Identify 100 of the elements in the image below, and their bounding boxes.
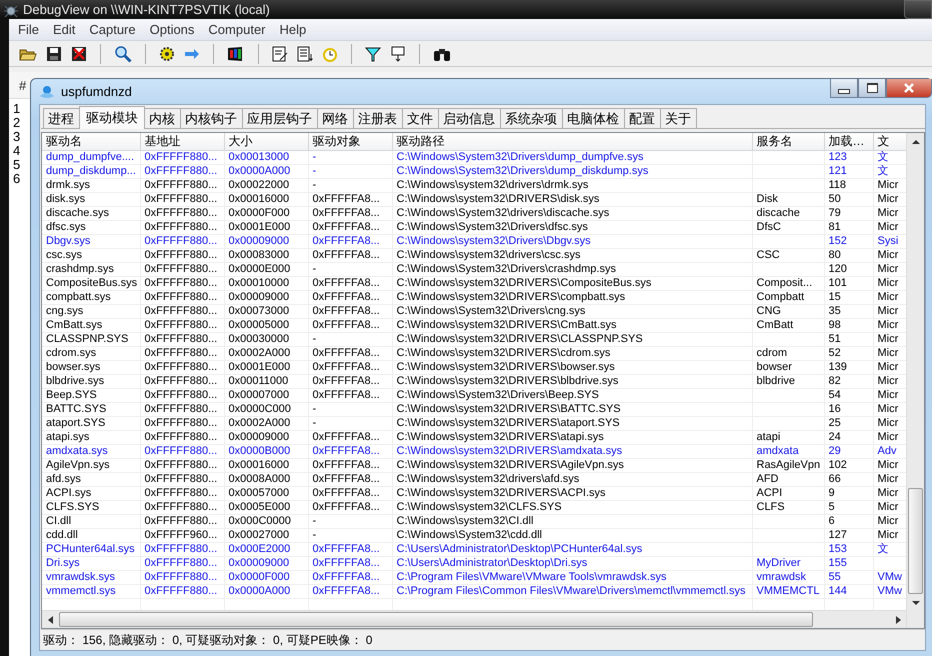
- column-header[interactable]: 驱动名: [42, 133, 140, 150]
- table-cell: 0x00016000: [224, 458, 308, 472]
- tab[interactable]: 文件: [402, 108, 439, 128]
- row-number: 5: [13, 158, 22, 172]
- table-cell: CLASSPNP.SYS: [42, 332, 140, 346]
- table-cell: 0xFFFFF880...: [140, 192, 224, 206]
- table-cell: 0x00030000: [224, 332, 308, 346]
- scroll-thumb[interactable]: [908, 488, 923, 594]
- table-cell: 0x0000A000: [224, 584, 308, 598]
- clear-icon[interactable]: [71, 46, 87, 62]
- tab[interactable]: 内核: [144, 108, 181, 128]
- table-cell: C:\Windows\system32\DRIVERS\ataport.SYS: [392, 416, 752, 430]
- column-header[interactable]: #: [19, 78, 26, 92]
- tab[interactable]: 内核钩子: [180, 108, 243, 128]
- table-cell: 118: [824, 178, 873, 192]
- clock-icon[interactable]: [322, 46, 338, 62]
- menu-item[interactable]: Edit: [46, 22, 82, 37]
- table-cell: C:\Windows\system32\CI.dll: [392, 514, 752, 528]
- menu-item[interactable]: Help: [272, 22, 314, 37]
- search-icon[interactable]: [114, 44, 132, 62]
- table-cell: 0xFFFFF880...: [140, 360, 224, 374]
- color-bars-icon[interactable]: [227, 46, 245, 62]
- table-cell: 0xFFFFF880...: [140, 346, 224, 360]
- column-header[interactable]: 文: [873, 133, 906, 150]
- table-cell: 0x0000E000: [224, 262, 308, 276]
- table-cell: 0x00027000: [224, 528, 308, 542]
- table-cell: 0xFFFFFA8...: [308, 556, 392, 570]
- table-cell: 0x00005000: [224, 318, 308, 332]
- caret-up-icon: [912, 138, 920, 144]
- vertical-scrollbar[interactable]: [906, 133, 924, 628]
- tab[interactable]: 启动信息: [438, 108, 501, 128]
- page-icon[interactable]: [297, 46, 313, 62]
- table-cell: 16: [824, 402, 873, 416]
- table-cell: CSC: [752, 248, 824, 262]
- column-header[interactable]: 驱动路径: [392, 133, 752, 150]
- scroll-thumb[interactable]: [59, 612, 813, 627]
- table-cell: C:\Windows\System32\drivers\discache.sys: [392, 206, 752, 220]
- tab[interactable]: 注册表: [353, 108, 403, 128]
- table-cell: 66: [824, 472, 873, 486]
- table-cell: C:\Windows\system32\DRIVERS\atapi.sys: [392, 430, 752, 444]
- table-cell: 0x0000C000: [224, 402, 308, 416]
- column-header[interactable]: 服务名: [752, 133, 824, 150]
- table-cell: -: [308, 416, 392, 430]
- arrow-right-icon[interactable]: [184, 48, 200, 60]
- table-cell: C:\Windows\System32\Drivers\Beep.SYS: [392, 388, 752, 402]
- filter-icon[interactable]: [365, 46, 381, 62]
- table-cell: 0xFFFFF880...: [140, 262, 224, 276]
- table-cell: 0x00009000: [224, 234, 308, 248]
- horizontal-scrollbar[interactable]: [42, 610, 906, 628]
- table-cell: cdrom: [752, 346, 824, 360]
- tab[interactable]: 关于: [660, 108, 697, 128]
- table-cell: 0x0002A000: [224, 416, 308, 430]
- table-cell: 82: [824, 374, 873, 388]
- table-cell: 0x00073000: [224, 304, 308, 318]
- table-cell: 0xFFFFFA8...: [308, 486, 392, 500]
- table-cell: bowser: [752, 360, 824, 374]
- table-cell: C:\Windows\system32\DRIVERS\ACPI.sys: [392, 486, 752, 500]
- table-cell: 0xFFFFFA8...: [308, 472, 392, 486]
- table-cell: 25: [824, 416, 873, 430]
- column-header[interactable]: 驱动对象: [308, 133, 392, 150]
- tab[interactable]: 应用层钩子: [242, 108, 318, 128]
- table-cell: 120: [824, 262, 873, 276]
- table-cell: -: [308, 514, 392, 528]
- tab[interactable]: 系统杂项: [500, 108, 563, 128]
- table-cell: 0x0000F000: [224, 570, 308, 584]
- tab[interactable]: 网络: [317, 108, 354, 128]
- tab[interactable]: 电脑体检: [562, 108, 625, 128]
- page-edit-icon[interactable]: [272, 46, 288, 62]
- column-header[interactable]: 基地址: [140, 133, 224, 150]
- menu-item[interactable]: Computer: [201, 22, 272, 37]
- table-cell: AFD: [752, 472, 824, 486]
- table-cell: 0xFFFFF960...: [140, 528, 224, 542]
- table-cell: Compbatt: [752, 290, 824, 304]
- table-cell: 50: [824, 192, 873, 206]
- table-cell: 0xFFFFFA8...: [308, 374, 392, 388]
- table-cell: 79: [824, 206, 873, 220]
- table-cell: MyDriver: [752, 556, 824, 570]
- close-button[interactable]: [886, 79, 932, 98]
- menu-item[interactable]: Capture: [82, 22, 143, 37]
- tab[interactable]: 配置: [624, 108, 661, 128]
- menu-item[interactable]: Options: [142, 22, 202, 37]
- caret-right-icon: [894, 616, 900, 624]
- gear-icon[interactable]: [159, 46, 175, 62]
- table-cell: C:\Windows\system32\DRIVERS\amdxata.sys: [392, 444, 752, 458]
- table-cell: Composit...: [752, 276, 824, 290]
- table-cell: 98: [824, 318, 873, 332]
- table-cell: ataport.SYS: [42, 416, 140, 430]
- table-cell: vmrawdsk: [752, 570, 824, 584]
- table-cell: CmBatt.sys: [42, 318, 140, 332]
- minimize-button[interactable]: [830, 79, 858, 98]
- column-header[interactable]: 加载…: [824, 133, 873, 150]
- tab[interactable]: 进程: [43, 108, 80, 128]
- column-header[interactable]: 大小: [224, 133, 308, 150]
- table-cell: 0x0000F000: [224, 206, 308, 220]
- caret-left-icon: [48, 616, 54, 624]
- table-cell: 0xFFFFF880...: [140, 584, 224, 598]
- save-icon[interactable]: [46, 46, 62, 62]
- maximize-button[interactable]: [858, 79, 886, 98]
- menu-item[interactable]: File: [11, 22, 46, 37]
- tab[interactable]: 驱动模块: [79, 106, 145, 129]
